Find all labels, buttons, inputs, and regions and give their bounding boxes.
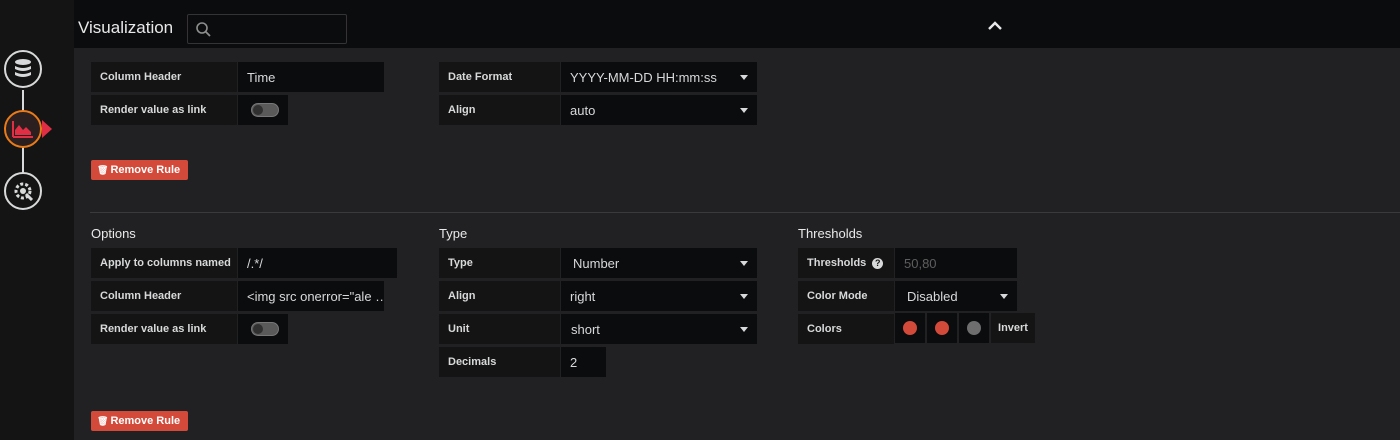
toggle-knob [253,105,263,115]
color-mode-select[interactable]: Disabled [895,281,1017,311]
chevron-down-icon [740,75,748,80]
decimals-label: Decimals [439,347,560,377]
color-mode-label: Color Mode [798,281,894,311]
type-value: Number [573,255,620,271]
column-header-label: Column Header [91,62,237,92]
color-mode-value: Disabled [907,288,958,304]
render-link-label: Render value as link [91,314,237,344]
options-title: Options [91,226,136,241]
active-tab-arrow [42,120,52,138]
type-select[interactable]: Number [561,248,757,278]
color-dot-3 [967,321,981,335]
color-dot-1 [903,321,917,335]
unit-select[interactable]: short [561,314,757,344]
visualization-panel: Visualization Column Header Time Render … [74,0,1400,440]
chevron-down-icon [740,108,748,113]
toggle-switch[interactable] [251,103,279,117]
align-select[interactable]: right [561,281,757,311]
align-label: Align [439,95,560,125]
color-swatch-1[interactable] [895,313,925,343]
type-label: Type [439,248,560,278]
rule-divider [90,212,1400,213]
chevron-down-icon [740,327,748,332]
chevron-up-icon[interactable] [986,18,1004,34]
apply-columns-label: Apply to columns named [91,248,237,278]
question-icon[interactable]: ? [872,257,884,269]
side-rail [0,0,74,440]
thresholds-label: Thresholds ? [798,248,894,278]
align-select[interactable]: auto [561,95,757,125]
thresholds-label-text: Thresholds [807,257,867,269]
color-swatch-2[interactable] [927,313,957,343]
align-label: Align [439,281,560,311]
date-format-value: YYYY-MM-DD HH:mm:ss [570,69,717,85]
thresholds-title: Thresholds [798,226,863,241]
general-tab[interactable] [4,172,42,210]
chart-icon [12,121,33,138]
unit-value: short [571,321,600,337]
decimals-input[interactable]: 2 [561,347,606,377]
column-header-input[interactable]: Time [238,62,384,92]
column-header-input[interactable]: <img src onerror="ale … [238,281,384,311]
apply-columns-input[interactable]: /.*/ [238,248,397,278]
thresholds-input[interactable]: 50,80 [895,248,1017,278]
type-title: Type [439,226,468,241]
colors-label: Colors [798,314,894,344]
align-value: right [570,288,596,304]
remove-rule-button[interactable]: 🗑 Remove Rule [91,160,189,180]
toggle-knob [253,324,263,334]
date-format-label: Date Format [439,62,560,92]
unit-label: Unit [439,314,560,344]
gear-icon [14,182,34,202]
color-swatch-3[interactable] [959,313,989,343]
trash-icon: 🗑 [97,415,109,426]
page-title: Visualization [78,18,174,37]
remove-rule-label: Remove Rule [110,415,181,427]
visualization-tab[interactable] [4,110,42,148]
column-header-label: Column Header [91,281,237,311]
chevron-down-icon [740,261,748,266]
invert-button[interactable]: Invert [991,313,1035,343]
color-dot-2 [935,321,949,335]
database-icon [15,59,31,77]
chevron-down-icon [1000,294,1008,299]
panel-header: Visualization [74,0,1400,48]
search-input[interactable] [187,14,347,44]
remove-rule-label: Remove Rule [110,164,181,176]
search-icon [196,22,211,37]
render-link-label: Render value as link [91,95,237,125]
remove-rule-button[interactable]: 🗑 Remove Rule [91,411,189,431]
render-link-toggle[interactable] [238,95,288,125]
chevron-down-icon [740,294,748,299]
align-value: auto [570,102,596,118]
toggle-switch[interactable] [251,322,279,336]
date-format-select[interactable]: YYYY-MM-DD HH:mm:ss [561,62,757,92]
render-link-toggle[interactable] [238,314,288,344]
trash-icon: 🗑 [97,164,109,175]
queries-tab[interactable] [4,50,42,88]
